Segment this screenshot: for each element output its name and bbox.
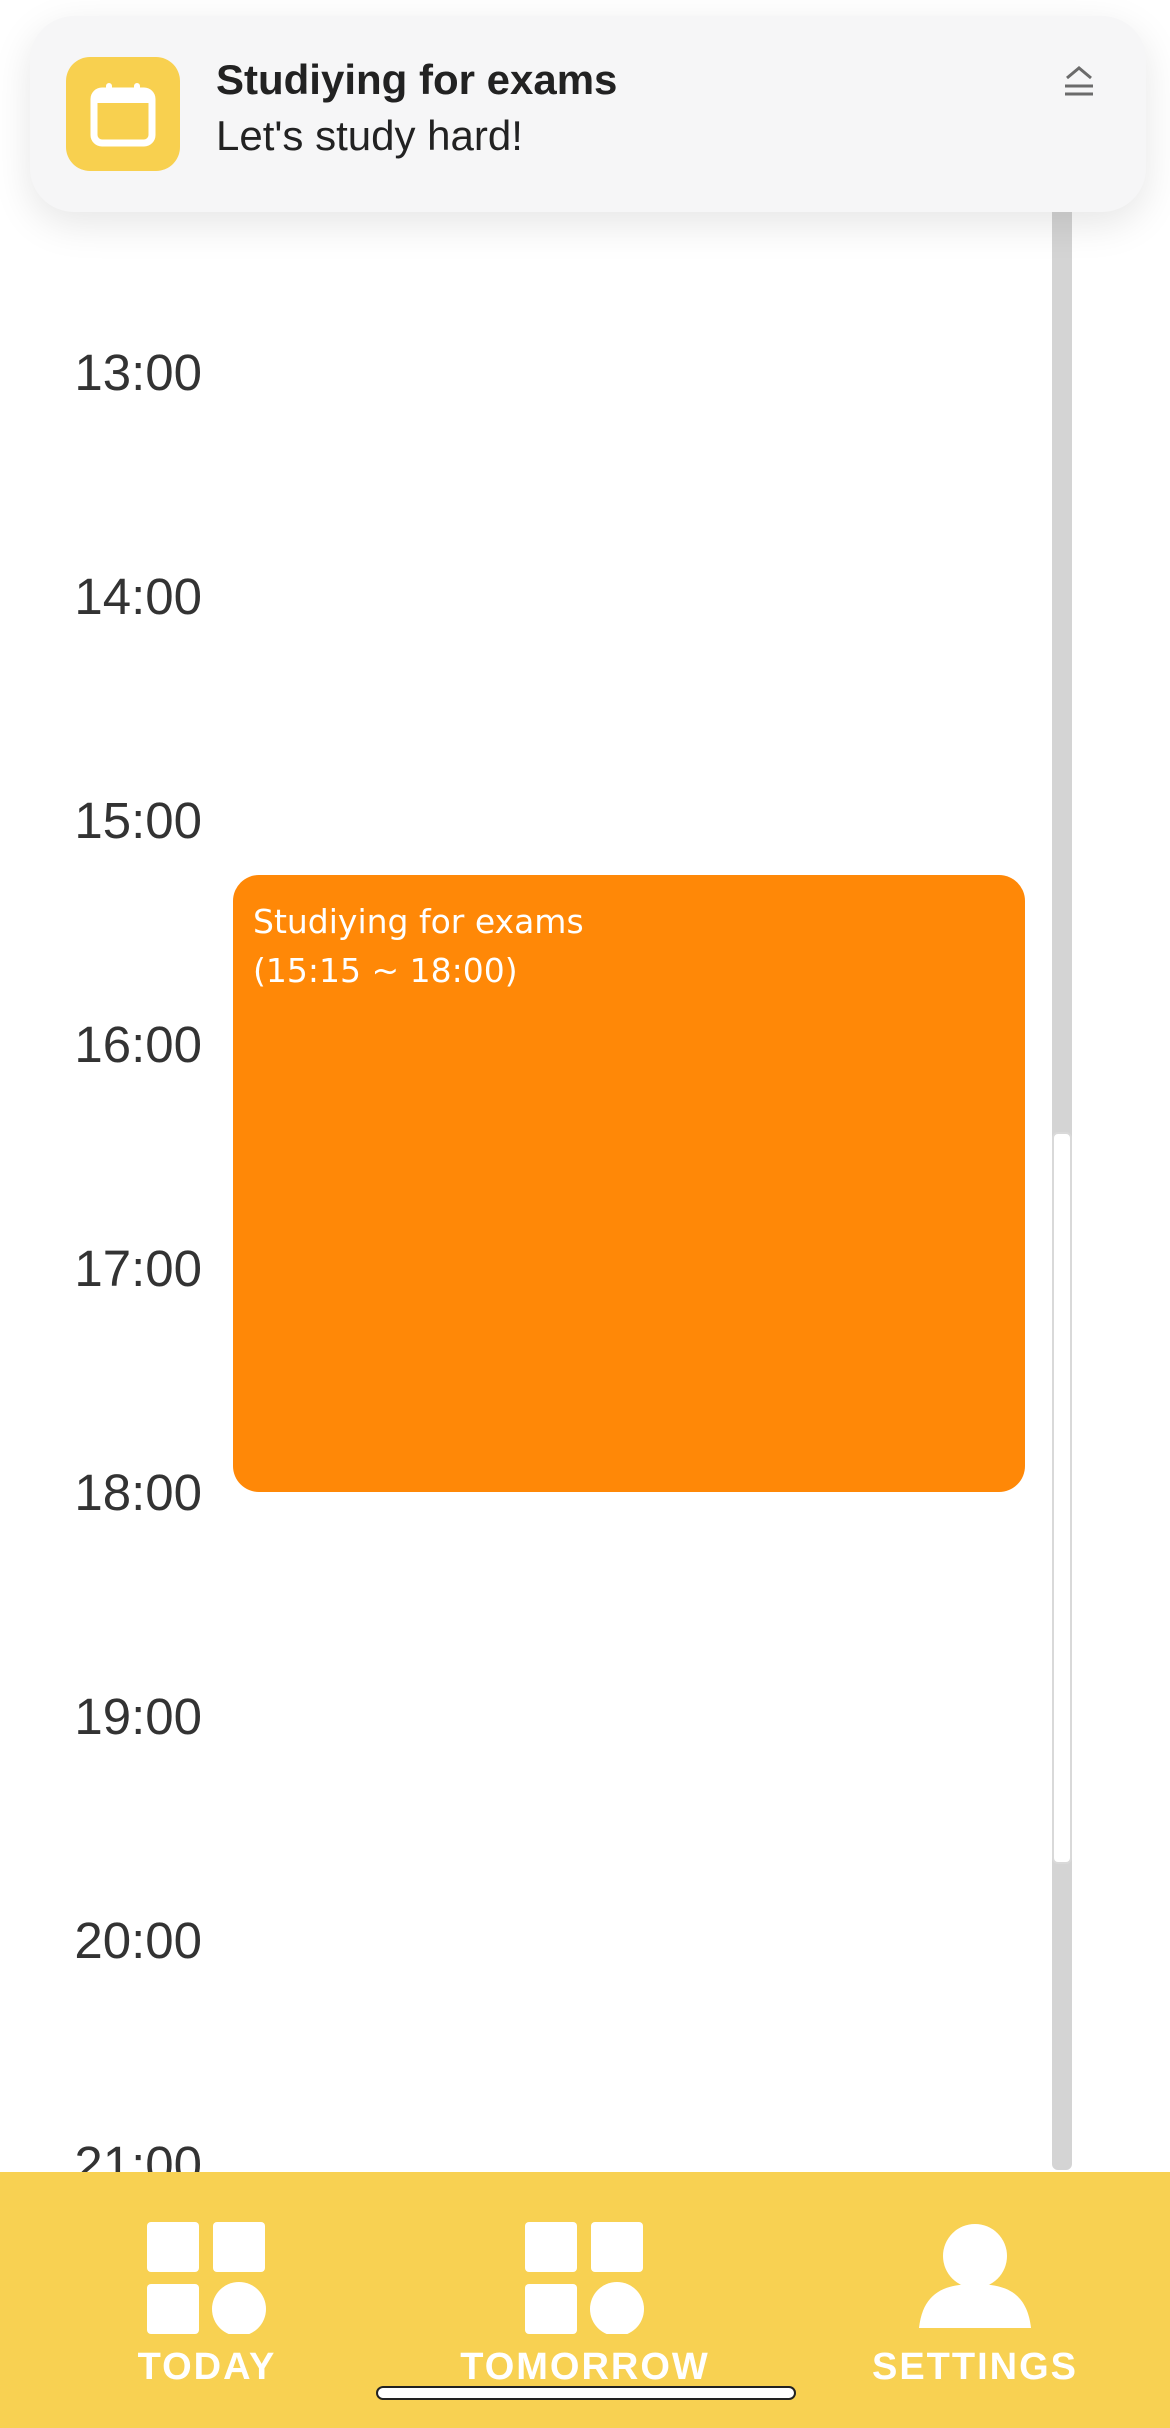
notification-body: Let's study hard! [216, 112, 523, 159]
hour-label: 15:00 [74, 792, 202, 849]
tab-label: TODAY [137, 2346, 277, 2388]
event-block[interactable]: Studiying for exams (15:15 ~ 18:00) [233, 875, 1025, 1492]
tab-settings[interactable]: SETTINGS [810, 2172, 1140, 2428]
hour-label: 20:00 [74, 1912, 202, 1969]
tab-today[interactable]: TODAY [42, 2172, 372, 2428]
home-indicator[interactable] [376, 2386, 796, 2400]
hour-label: 18:00 [74, 1464, 202, 1521]
hour-label: 19:00 [74, 1688, 202, 1745]
calendar-icon [66, 57, 180, 171]
notification-title: Studiying for exams [216, 56, 618, 103]
hour-label: 21:00 [74, 2136, 202, 2172]
notification-banner[interactable]: Studiying for exams Let's study hard! [30, 16, 1146, 212]
grid-icon [147, 2222, 267, 2339]
hour-label: 14:00 [74, 568, 202, 625]
event-title: Studiying for exams [253, 902, 584, 941]
hour-label: 16:00 [74, 1016, 202, 1073]
hour-label: 13:00 [74, 344, 202, 401]
collapse-icon[interactable] [1056, 62, 1102, 108]
person-icon [915, 2222, 1035, 2339]
scrollbar-thumb[interactable] [1052, 1132, 1072, 1864]
event-time: (15:15 ~ 18:00) [253, 951, 518, 990]
timeline[interactable]: 13:00 14:00 15:00 16:00 17:00 18:00 19:0… [0, 0, 1170, 2172]
grid-icon [525, 2222, 645, 2339]
tab-label: SETTINGS [871, 2346, 1079, 2388]
hour-label: 17:00 [74, 1240, 202, 1297]
tab-label: TOMORROW [460, 2346, 710, 2388]
